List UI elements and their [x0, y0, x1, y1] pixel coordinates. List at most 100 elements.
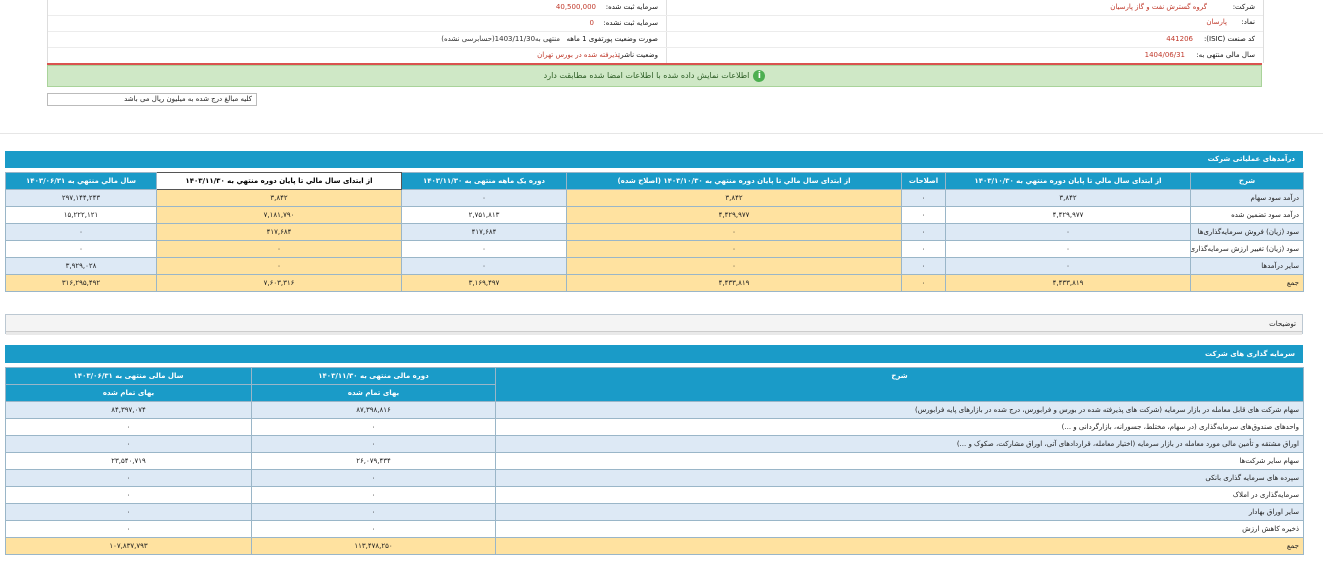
notice-text: اطلاعات نمایش داده شده با اطلاعات امضا ش… — [543, 71, 750, 80]
column-header: سال مالی منتهی به ۱۴۰۳/۰۶/۳۱ — [5, 367, 252, 385]
report-value: منتهی به1403/11/30(حسابرسی نشده) — [441, 35, 560, 43]
isic-row: کد صنعت (ISIC): 441206 — [669, 32, 1263, 47]
table-row: ۱۵,۲۲۲,۱۲۱ ۷,۱۸۱,۷۹۰ ۲,۷۵۱,۸۱۳ ۴,۴۲۹,۹۷۷… — [5, 206, 1304, 224]
unregistered-capital-row: سرمایه ثبت نشده: 0 — [48, 16, 667, 31]
table-total-row: ۳۱۶,۲۹۵,۴۹۲ ۷,۶۰۳,۳۱۶ ۳,۱۶۹,۴۹۷ ۴,۴۳۳,۸۱… — [5, 274, 1304, 292]
row-label: سرمایه‌گذاری در املاک — [495, 486, 1304, 504]
unregistered-capital-label: سرمایه ثبت نشده: — [603, 19, 658, 27]
table-cell: ۰ — [901, 189, 946, 207]
fiscal-year-row: سال مالی منتهی به: 1404/06/31 — [669, 48, 1263, 63]
table-cell: ۰ — [566, 223, 902, 241]
investments-title: سرمایه گذاری های شرکت — [5, 345, 1303, 363]
table-cell: ۰ — [401, 189, 567, 207]
divider — [6, 331, 1302, 335]
column-subheader: بهای تمام شده — [5, 384, 252, 402]
table-cell: ۱۰۷,۸۳۷,۷۹۳ — [5, 537, 252, 555]
table-header-row: سال مالي منتهي به ۱۴۰۳/۰۶/۳۱ از ابتدای س… — [5, 172, 1304, 190]
table-cell: ۲۳,۵۴۰,۷۱۹ — [5, 452, 252, 470]
table-cell: ۰ — [901, 206, 946, 224]
column-header: دوره یک ماهه منتهی به ۱۴۰۳/۱۱/۳۰ — [401, 172, 567, 190]
row-label: سود (زیان) فروش سرمایه‌گذاری‌ها — [1190, 223, 1304, 241]
verification-notice: iاطلاعات نمایش داده شده با اطلاعات امضا … — [47, 65, 1262, 87]
table-cell: ۰ — [251, 469, 496, 487]
descriptions-box: توضیحات — [5, 314, 1303, 335]
table-cell: ۳,۸۴۲ — [945, 189, 1191, 207]
company-value: گروه گسترش نفت و گاز پارسیان — [1110, 3, 1207, 11]
table-cell: ۴,۴۳۳,۸۱۹ — [566, 274, 902, 292]
table-cell: ۰ — [5, 240, 157, 258]
table-cell: ۰ — [5, 418, 252, 436]
table-cell: ۳,۸۴۲ — [566, 189, 902, 207]
table-row: ۰ ۰ سایر اوراق بهادار — [5, 503, 1304, 521]
symbol-label: نماد: — [1241, 18, 1255, 26]
table-cell: ۰ — [566, 240, 902, 258]
table-row: ۰ ۰ ۰ ۰ ۰ ۰ سود (زیان) تغییر ارزش سرمایه… — [5, 240, 1304, 258]
table-row: ۸۴,۳۹۷,۰۷۴ ۸۷,۳۹۸,۸۱۶ سهام شرکت های قابل… — [5, 401, 1304, 419]
table-cell: ۰ — [251, 418, 496, 436]
unit-note: کلیه مبالغ درج شده به میلیون ریال می باش… — [47, 93, 257, 106]
table-row: ۲۳,۵۴۰,۷۱۹ ۲۶,۰۷۹,۴۳۴ سهام سایر شرکت‌ها — [5, 452, 1304, 470]
column-header: از ابتدای سال مالي تا پايان دوره منتهي ب… — [156, 172, 402, 190]
table-row: ۰ ۰ ذخیره کاهش ارزش — [5, 520, 1304, 538]
table-total-row: ۱۰۷,۸۳۷,۷۹۳ ۱۱۳,۴۷۸,۲۵۰ جمع — [5, 537, 1304, 555]
table-cell: ۰ — [901, 257, 946, 275]
registered-capital-value: 40,500,000 — [555, 3, 596, 11]
table-cell: ۰ — [945, 223, 1191, 241]
table-row: ۰ ۰ واحدهای صندوق‌های سرمایه‌گذاری (در س… — [5, 418, 1304, 436]
row-label: سهام شرکت های قابل معامله در بازار سرمای… — [495, 401, 1304, 419]
table-cell: ۱۱۳,۴۷۸,۲۵۰ — [251, 537, 496, 555]
divider — [48, 15, 1263, 16]
row-label: جمع — [495, 537, 1304, 555]
column-header: شرح — [1190, 172, 1304, 190]
table-cell: ۰ — [156, 240, 402, 258]
row-label: جمع — [1190, 274, 1304, 292]
descriptions-label: توضیحات — [1269, 320, 1296, 328]
registered-capital-label: سرمایه ثبت شده: — [605, 3, 658, 11]
table-cell: ۰ — [251, 503, 496, 521]
table-cell: ۲,۷۵۱,۸۱۳ — [401, 206, 567, 224]
table-cell: ۷,۶۰۳,۳۱۶ — [156, 274, 402, 292]
row-label: سایر اوراق بهادار — [495, 503, 1304, 521]
table-cell: ۷,۱۸۱,۷۹۰ — [156, 206, 402, 224]
table-cell: ۰ — [251, 486, 496, 504]
row-label: ذخیره کاهش ارزش — [495, 520, 1304, 538]
column-header: اصلاحات — [901, 172, 946, 190]
column-header: از ابتدای سال مالي تا پايان دوره منتهي ب… — [945, 172, 1191, 190]
report-label: صورت وضعیت پورتفوی 1 ماهه — [566, 35, 658, 43]
table-cell: ۰ — [5, 486, 252, 504]
divider — [0, 133, 1323, 134]
table-cell: ۰ — [5, 503, 252, 521]
table-cell: ۳,۸۴۲ — [156, 189, 402, 207]
table-cell: ۳,۱۶۹,۴۹۷ — [401, 274, 567, 292]
table-cell: ۰ — [5, 520, 252, 538]
table-cell: ۰ — [401, 240, 567, 258]
operating-income-title: درآمدهای عملیاتی شرکت — [5, 151, 1303, 168]
table-cell: ۰ — [901, 223, 946, 241]
column-subheader: بهای تمام شده — [251, 384, 496, 402]
table-row: ۰ ۴۱۷,۶۸۴ ۴۱۷,۶۸۴ ۰ ۰ ۰ سود (زیان) فروش … — [5, 223, 1304, 241]
table-cell: ۰ — [901, 274, 946, 292]
publisher-status-label: وضعیت ناشر: — [617, 51, 658, 59]
table-cell: ۴,۴۲۹,۹۷۷ — [945, 206, 1191, 224]
table-cell: ۰ — [945, 240, 1191, 258]
unregistered-capital-value: 0 — [589, 19, 594, 27]
column-header: دوره مالی منتهی به ۱۴۰۳/۱۱/۳۰ — [251, 367, 496, 385]
divider — [48, 31, 1263, 32]
company-row: شرکت: گروه گسترش نفت و گاز پارسیان — [669, 0, 1263, 15]
table-cell: ۰ — [5, 223, 157, 241]
table-row: ۰ ۰ اوراق مشتقه و تأمین مالی مورد معامله… — [5, 435, 1304, 453]
table-cell: ۸۷,۳۹۸,۸۱۶ — [251, 401, 496, 419]
table-row: ۰ ۰ سپرده های سرمایه گذاری بانکی — [5, 469, 1304, 487]
row-label: اوراق مشتقه و تأمین مالی مورد معامله در … — [495, 435, 1304, 453]
row-label: سپرده های سرمایه گذاری بانکی — [495, 469, 1304, 487]
table-cell: ۰ — [5, 469, 252, 487]
row-label: سهام سایر شرکت‌ها — [495, 452, 1304, 470]
company-label: شرکت: — [1232, 3, 1255, 11]
row-label: درآمد سود تضمین شده — [1190, 206, 1304, 224]
table-cell: ۰ — [945, 257, 1191, 275]
symbol-value: پارسان — [1206, 18, 1227, 26]
table-row: ۲۹۷,۱۴۴,۲۴۳ ۳,۸۴۲ ۰ ۳,۸۴۲ ۰ ۳,۸۴۲ درآمد … — [5, 189, 1304, 207]
table-cell: ۴۱۷,۶۸۴ — [156, 223, 402, 241]
table-cell: ۴,۴۲۹,۹۷۷ — [566, 206, 902, 224]
fiscal-year-label: سال مالی منتهی به: — [1196, 51, 1255, 59]
